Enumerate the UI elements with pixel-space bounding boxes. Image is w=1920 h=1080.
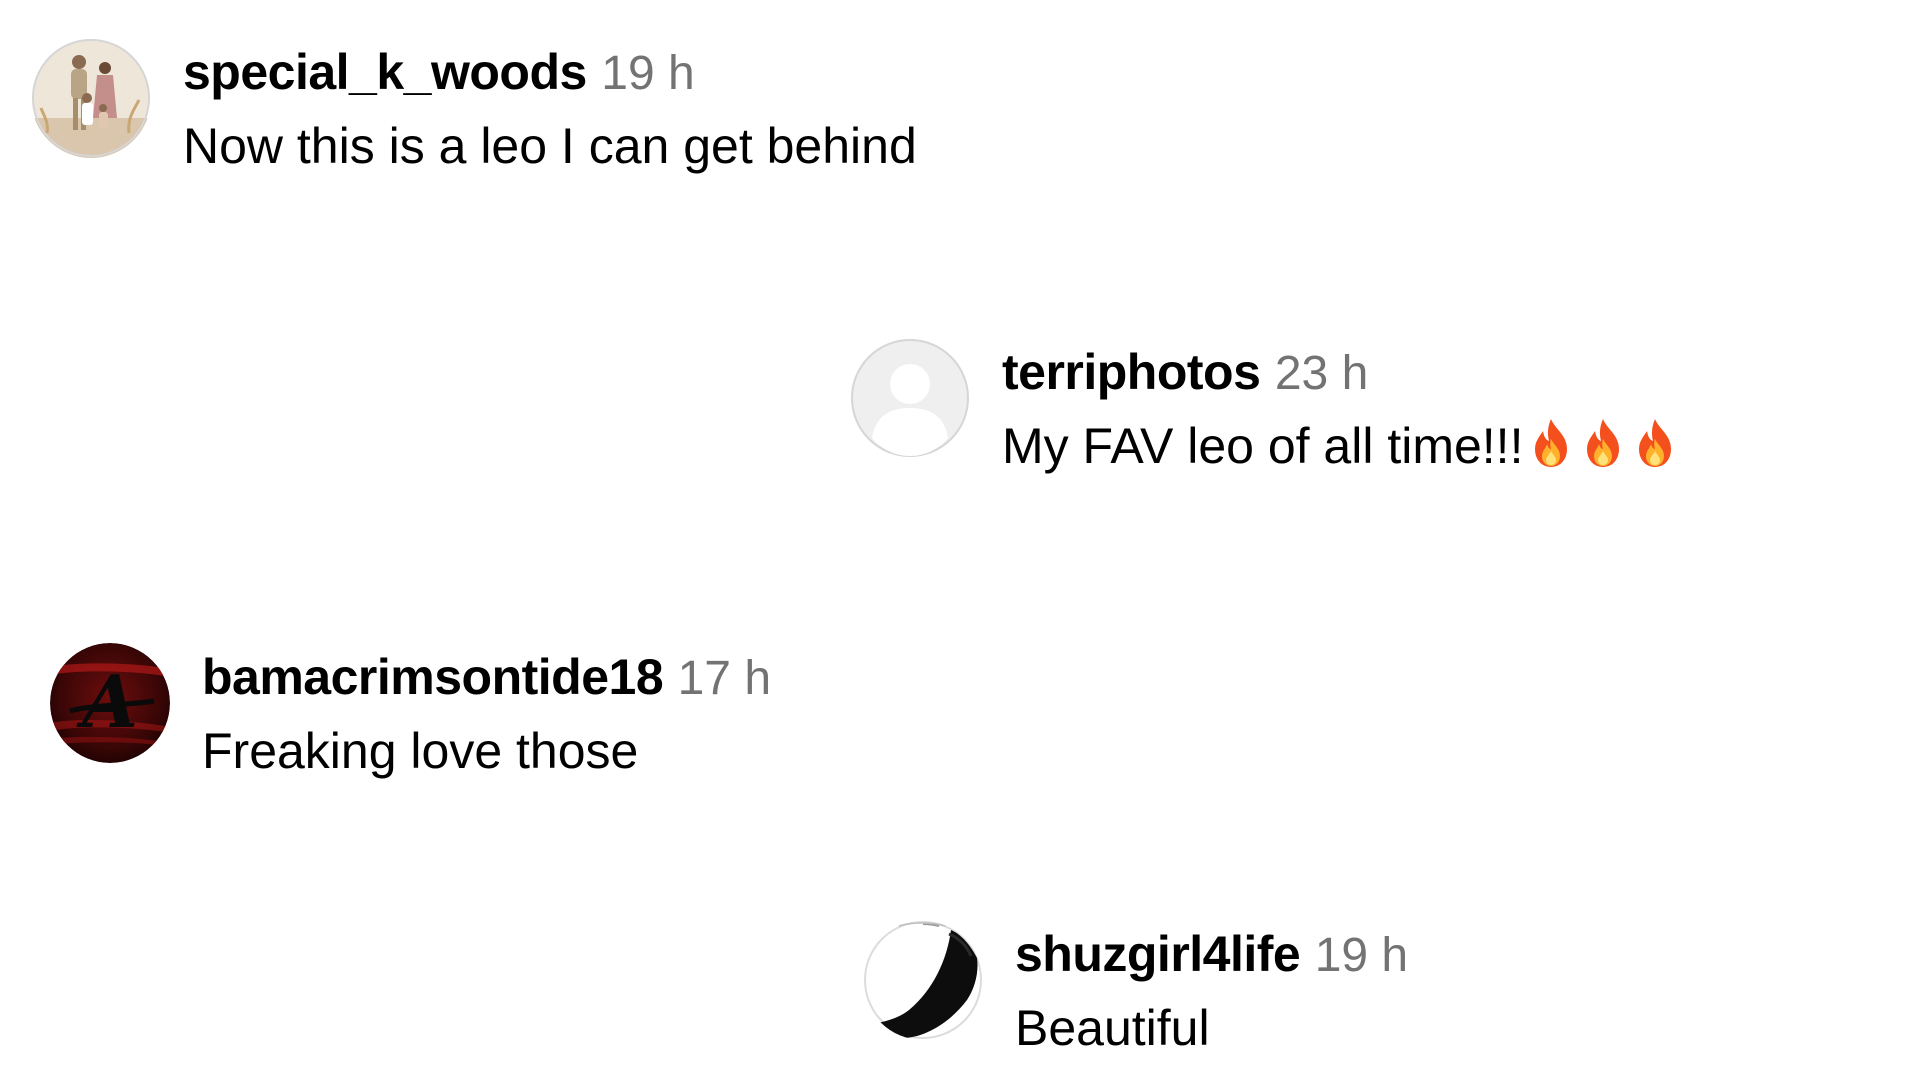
comment-item: special_k_woods 19 h Now this is a leo I… <box>31 38 917 177</box>
fire-emoji-icon <box>1587 419 1620 467</box>
comment-username[interactable]: bamacrimsontide18 <box>202 649 664 705</box>
comment-item: terriphotos 23 h My FAV leo of all time!… <box>850 338 1679 477</box>
comment-username[interactable]: terriphotos <box>1002 344 1261 400</box>
comment-timestamp[interactable]: 19 h <box>601 47 694 100</box>
family-photo-avatar <box>31 39 151 158</box>
comment-username[interactable]: shuzgirl4life <box>1015 926 1301 982</box>
emoji-group <box>1523 415 1679 477</box>
comment-timestamp[interactable]: 23 h <box>1275 347 1368 400</box>
fire-emoji-icon <box>1535 419 1568 467</box>
avatar[interactable] <box>31 38 151 158</box>
comment-text-content: My FAV leo of all time!!! <box>1002 418 1524 474</box>
comment-username[interactable]: special_k_woods <box>183 44 587 100</box>
black-heel-shoe-avatar <box>864 921 982 1039</box>
fire-emoji-icon <box>1639 419 1672 467</box>
comment-item: A bamacrimsontide18 17 h Freaking love t… <box>50 643 771 782</box>
default-profile-icon <box>851 339 969 457</box>
avatar[interactable] <box>863 920 983 1040</box>
comment-text: Beautiful <box>1015 1000 1210 1056</box>
avatar[interactable] <box>850 338 970 458</box>
comment-item: shuzgirl4life 19 h Beautiful <box>863 920 1408 1059</box>
comment-timestamp[interactable]: 17 h <box>678 652 771 705</box>
comment-text: Now this is a leo I can get behind <box>183 118 917 174</box>
comment-text: Freaking love those <box>202 723 639 779</box>
comment-text: My FAV leo of all time!!! <box>1002 415 1679 477</box>
comment-timestamp[interactable]: 19 h <box>1315 929 1408 982</box>
avatar[interactable]: A <box>50 643 170 763</box>
crimson-script-a-avatar: A <box>50 643 170 763</box>
